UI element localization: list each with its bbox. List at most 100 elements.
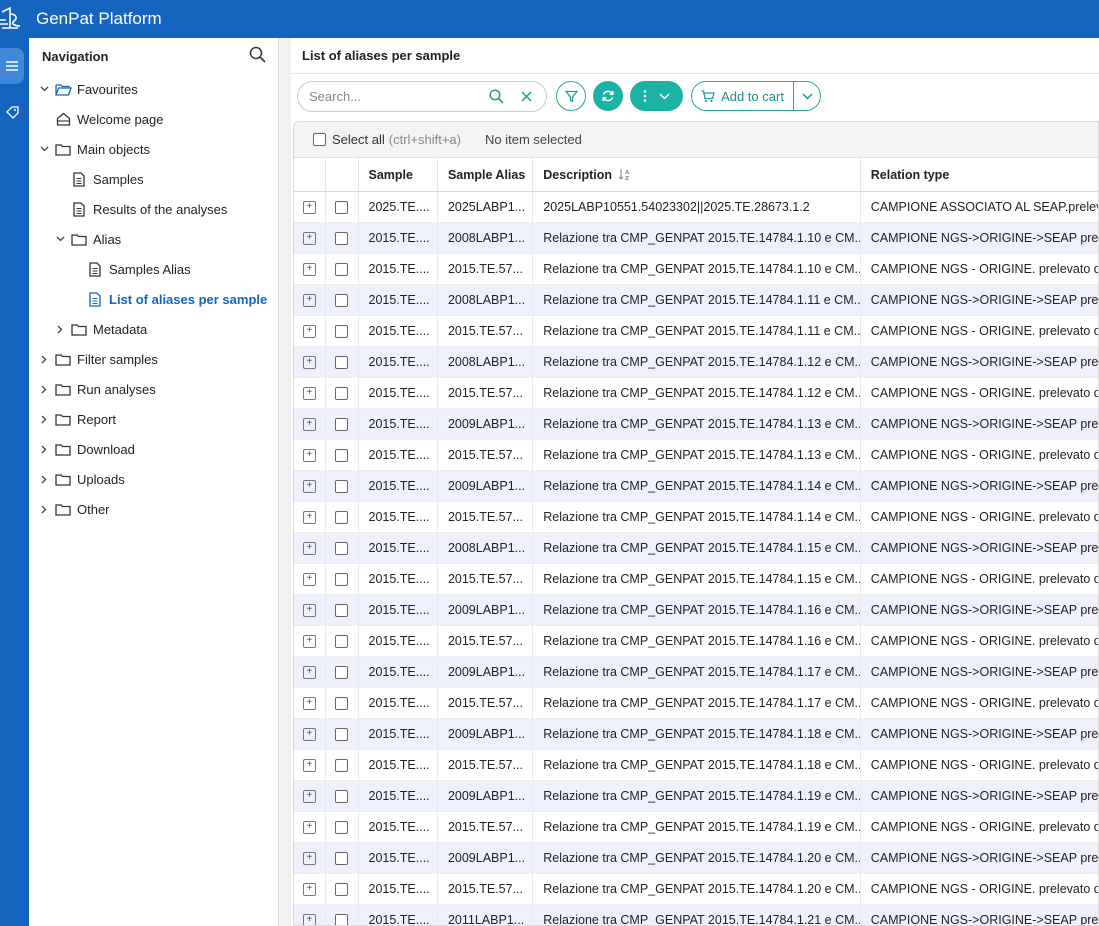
- sidebar-item-other[interactable]: Other: [29, 494, 278, 524]
- column-header-sample[interactable]: Sample: [357, 158, 437, 191]
- table-row[interactable]: +2015.TE.... 2008LABP1... Relazione tra CM…: [294, 533, 1098, 564]
- chevron-right-icon[interactable]: [38, 473, 50, 485]
- search-icon[interactable]: [249, 46, 266, 66]
- row-checkbox[interactable]: [335, 324, 349, 338]
- expand-row-icon[interactable]: +: [302, 603, 316, 617]
- filter-button[interactable]: [556, 81, 586, 111]
- chevron-down-icon[interactable]: [54, 233, 66, 245]
- expand-row-icon[interactable]: +: [302, 696, 316, 710]
- row-checkbox[interactable]: [335, 293, 349, 307]
- select-all-label[interactable]: Select all: [332, 132, 385, 147]
- table-row[interactable]: +2015.TE.... 2011LABP1... Relazione tra CM…: [294, 905, 1098, 925]
- menu-icon[interactable]: [0, 48, 24, 84]
- row-checkbox[interactable]: [335, 603, 349, 617]
- column-header-relation-type[interactable]: Relation type: [859, 158, 1098, 191]
- refresh-button[interactable]: [593, 81, 623, 111]
- row-checkbox[interactable]: [335, 789, 349, 803]
- chevron-right-icon[interactable]: [38, 443, 50, 455]
- sort-icon[interactable]: AZ: [618, 168, 632, 181]
- table-row[interactable]: +2015.TE.... 2009LABP1... Relazione tra CM…: [294, 595, 1098, 626]
- expand-row-icon[interactable]: +: [302, 882, 316, 896]
- sidebar-item-alias[interactable]: Alias: [29, 224, 278, 254]
- row-checkbox[interactable]: [335, 355, 349, 369]
- sidebar-item-samples[interactable]: Samples: [29, 164, 278, 194]
- chevron-right-icon[interactable]: [38, 413, 50, 425]
- table-row[interactable]: +2015.TE.... 2015.TE.57... Relazione tra C…: [294, 502, 1098, 533]
- expand-row-icon[interactable]: +: [302, 479, 316, 493]
- sidebar-item-metadata[interactable]: Metadata: [29, 314, 278, 344]
- expand-row-icon[interactable]: +: [302, 665, 316, 679]
- expand-row-icon[interactable]: +: [302, 541, 316, 555]
- row-checkbox[interactable]: [335, 479, 349, 493]
- row-checkbox[interactable]: [335, 231, 349, 245]
- row-checkbox[interactable]: [335, 200, 349, 214]
- chevron-down-icon[interactable]: [38, 143, 50, 155]
- expand-row-icon[interactable]: +: [302, 200, 316, 214]
- table-row[interactable]: +2015.TE.... 2015.TE.57... Relazione tra C…: [294, 254, 1098, 285]
- table-row[interactable]: +2015.TE.... 2009LABP1... Relazione tra CM…: [294, 471, 1098, 502]
- more-actions-button[interactable]: [630, 81, 683, 111]
- sidebar-item-download[interactable]: Download: [29, 434, 278, 464]
- expand-row-icon[interactable]: +: [302, 293, 316, 307]
- row-checkbox[interactable]: [335, 820, 349, 834]
- row-checkbox[interactable]: [335, 758, 349, 772]
- sidebar-item-report[interactable]: Report: [29, 404, 278, 434]
- row-checkbox[interactable]: [335, 882, 349, 896]
- row-checkbox[interactable]: [335, 665, 349, 679]
- column-header-description[interactable]: Description AZ: [532, 158, 860, 191]
- expand-row-icon[interactable]: +: [302, 386, 316, 400]
- table-row[interactable]: +2015.TE.... 2015.TE.57... Relazione tra C…: [294, 440, 1098, 471]
- search-icon[interactable]: [481, 82, 511, 110]
- expand-row-icon[interactable]: +: [302, 231, 316, 245]
- add-to-cart-button[interactable]: Add to cart: [692, 82, 794, 110]
- row-checkbox[interactable]: [335, 696, 349, 710]
- expand-row-icon[interactable]: +: [302, 820, 316, 834]
- expand-row-icon[interactable]: +: [302, 324, 316, 338]
- row-checkbox[interactable]: [335, 851, 349, 865]
- row-checkbox[interactable]: [335, 913, 349, 925]
- table-row[interactable]: +2015.TE.... 2015.TE.57... Relazione tra C…: [294, 750, 1098, 781]
- table-row[interactable]: +2015.TE.... 2015.TE.57... Relazione tra C…: [294, 812, 1098, 843]
- expand-row-icon[interactable]: +: [302, 448, 316, 462]
- row-checkbox[interactable]: [335, 510, 349, 524]
- table-row[interactable]: +2015.TE.... 2015.TE.57... Relazione tra C…: [294, 626, 1098, 657]
- table-row[interactable]: +2015.TE.... 2015.TE.57... Relazione tra C…: [294, 564, 1098, 595]
- expand-row-icon[interactable]: +: [302, 851, 316, 865]
- chevron-right-icon[interactable]: [38, 353, 50, 365]
- table-row[interactable]: +2025.TE.... 2025LABP1... 2025LABP10551.54…: [294, 192, 1098, 223]
- row-checkbox[interactable]: [335, 448, 349, 462]
- table-row[interactable]: +2015.TE.... 2009LABP1... Relazione tra CM…: [294, 781, 1098, 812]
- row-checkbox[interactable]: [335, 727, 349, 741]
- row-checkbox[interactable]: [335, 634, 349, 648]
- sidebar-item-favourites[interactable]: Favourites: [29, 74, 278, 104]
- column-header-sample-alias[interactable]: Sample Alias: [436, 158, 532, 191]
- table-row[interactable]: +2015.TE.... 2015.TE.57... Relazione tra C…: [294, 874, 1098, 905]
- expand-row-icon[interactable]: +: [302, 572, 316, 586]
- chevron-right-icon[interactable]: [38, 503, 50, 515]
- sidebar-item-main-objects[interactable]: Main objects: [29, 134, 278, 164]
- add-to-cart-dropdown[interactable]: [794, 82, 820, 110]
- table-row[interactable]: +2015.TE.... 2015.TE.57... Relazione tra C…: [294, 378, 1098, 409]
- expand-row-icon[interactable]: +: [302, 262, 316, 276]
- table-row[interactable]: +2015.TE.... 2008LABP1... Relazione tra CM…: [294, 285, 1098, 316]
- table-row[interactable]: +2015.TE.... 2008LABP1... Relazione tra CM…: [294, 347, 1098, 378]
- expand-row-icon[interactable]: +: [302, 355, 316, 369]
- expand-row-icon[interactable]: +: [302, 634, 316, 648]
- row-checkbox[interactable]: [335, 541, 349, 555]
- row-checkbox[interactable]: [335, 417, 349, 431]
- select-all-checkbox[interactable]: [313, 133, 326, 146]
- genpat-logo-icon[interactable]: [0, 0, 30, 38]
- table-row[interactable]: +2015.TE.... 2008LABP1... Relazione tra CM…: [294, 223, 1098, 254]
- sidebar-item-samples-alias[interactable]: Samples Alias: [29, 254, 278, 284]
- table-row[interactable]: +2015.TE.... 2015.TE.57... Relazione tra C…: [294, 688, 1098, 719]
- sidebar-item-uploads[interactable]: Uploads: [29, 464, 278, 494]
- table-row[interactable]: +2015.TE.... 2009LABP1... Relazione tra CM…: [294, 409, 1098, 440]
- chevron-right-icon[interactable]: [38, 383, 50, 395]
- expand-row-icon[interactable]: +: [302, 789, 316, 803]
- table-row[interactable]: +2015.TE.... 2009LABP1... Relazione tra CM…: [294, 719, 1098, 750]
- expand-row-icon[interactable]: +: [302, 417, 316, 431]
- search-input[interactable]: [309, 88, 481, 104]
- clear-icon[interactable]: [511, 82, 541, 110]
- chevron-right-icon[interactable]: [54, 323, 66, 335]
- row-checkbox[interactable]: [335, 386, 349, 400]
